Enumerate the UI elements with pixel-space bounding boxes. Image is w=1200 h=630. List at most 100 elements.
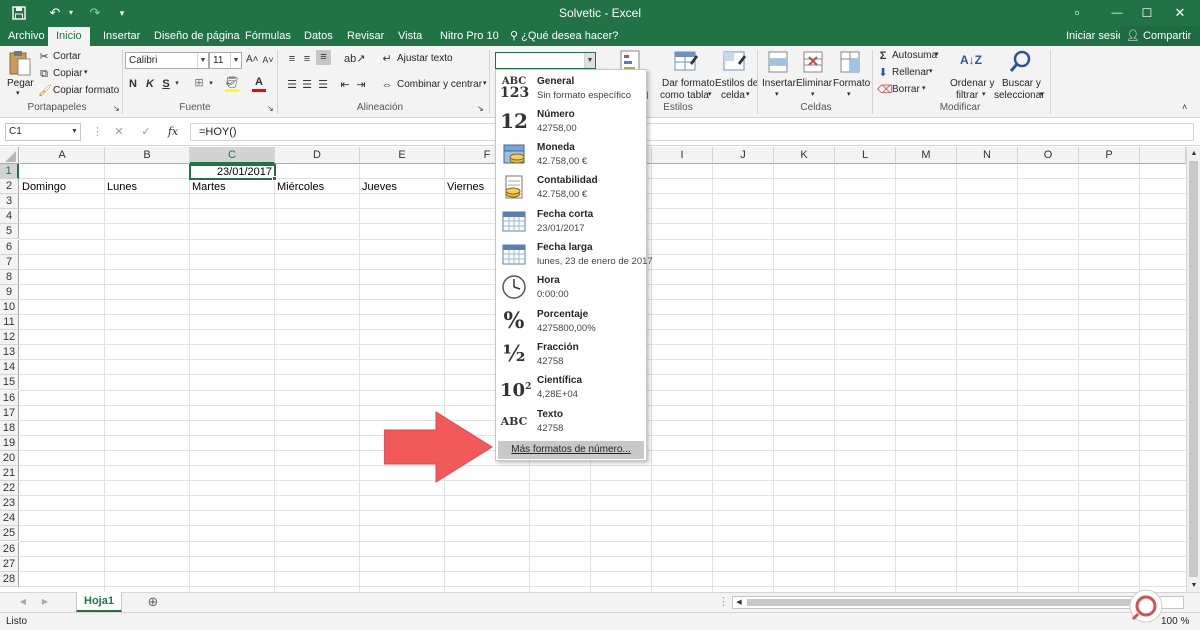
align-top-icon[interactable]: ≡ bbox=[285, 52, 299, 66]
format-as-table-button[interactable]: Dar formato como tabla ▾ bbox=[660, 49, 715, 101]
sheet-tab-hoja1[interactable]: Hoja1 bbox=[76, 592, 122, 612]
paste-button[interactable]: Pegar ▾ bbox=[7, 50, 34, 100]
autosum-button[interactable]: Σ Autosuma ▾ bbox=[877, 49, 941, 63]
row-header-6[interactable]: 6 bbox=[0, 239, 19, 255]
tab-revisar[interactable]: Revisar bbox=[345, 26, 386, 46]
row-header-7[interactable]: 7 bbox=[0, 254, 19, 270]
column-header-I[interactable]: I bbox=[652, 147, 713, 164]
underline-dropdown-icon[interactable]: ▾ bbox=[173, 77, 181, 91]
column-header-A[interactable]: A bbox=[20, 147, 105, 164]
font-color-button[interactable]: A bbox=[251, 76, 267, 92]
cancel-icon[interactable]: ✕ bbox=[113, 125, 125, 139]
row-header-18[interactable]: 18 bbox=[0, 420, 19, 436]
chevron-down-icon[interactable]: ▼ bbox=[69, 124, 80, 139]
merge-center-button[interactable]: ⇔ Combinar y centrar ▾ bbox=[381, 78, 487, 92]
horizontal-scrollbar[interactable]: ◀ bbox=[732, 596, 1184, 609]
row-header-25[interactable]: 25 bbox=[0, 526, 19, 542]
row-header-26[interactable]: 26 bbox=[0, 541, 19, 557]
format-number[interactable]: 12 Número 42758,00 bbox=[496, 105, 646, 138]
insert-function-icon[interactable]: fx bbox=[166, 125, 180, 139]
row-header-14[interactable]: 14 bbox=[0, 360, 19, 376]
cell-D2[interactable]: Miércoles bbox=[277, 180, 324, 195]
font-launcher-icon[interactable]: ↘ bbox=[267, 102, 274, 116]
align-middle-icon[interactable]: ≡ bbox=[300, 52, 314, 66]
find-select-button[interactable]: Buscar y seleccionar ▾ bbox=[994, 49, 1046, 101]
clear-button[interactable]: ⌫ Borrar ▾ bbox=[877, 83, 941, 97]
bold-button[interactable]: N bbox=[128, 77, 138, 91]
row-header-15[interactable]: 15 bbox=[0, 375, 19, 391]
row-header-28[interactable]: 28 bbox=[0, 571, 19, 587]
cell-B2[interactable]: Lunes bbox=[107, 180, 137, 195]
tell-me-search[interactable]: ⚲ ¿Qué desea hacer? bbox=[508, 26, 620, 46]
decrease-indent-icon[interactable]: ⇤ bbox=[338, 78, 352, 92]
split-grip-icon[interactable]: ⋮ bbox=[718, 595, 729, 609]
row-header-16[interactable]: 16 bbox=[0, 390, 19, 406]
row-header-1[interactable]: 1 bbox=[0, 164, 19, 180]
prev-sheet-icon[interactable]: ◀ bbox=[18, 595, 28, 609]
align-left-icon[interactable]: ☰ bbox=[285, 78, 299, 92]
fill-button[interactable]: ⬇ Rellenar ▾ bbox=[877, 66, 941, 80]
chevron-down-icon[interactable]: ▼ bbox=[197, 53, 208, 68]
scroll-left-icon[interactable]: ◀ bbox=[734, 596, 744, 610]
tab-inicio[interactable]: Inicio bbox=[48, 27, 90, 46]
insert-cells-button[interactable]: Insertar ▾ bbox=[761, 49, 796, 101]
tab-vista[interactable]: Vista bbox=[396, 26, 424, 46]
format-general[interactable]: ABC 123 General Sin formato específico bbox=[496, 72, 646, 105]
column-header-B[interactable]: B bbox=[105, 147, 190, 164]
fill-color-button[interactable]: 🪣︎ bbox=[224, 76, 240, 92]
row-header-11[interactable]: 11 bbox=[0, 315, 19, 331]
row-header-12[interactable]: 12 bbox=[0, 330, 19, 346]
format-time[interactable]: Hora 0:00:00 bbox=[496, 271, 646, 304]
column-header-C[interactable]: C bbox=[190, 147, 275, 164]
row-header-8[interactable]: 8 bbox=[0, 269, 19, 285]
scroll-down-icon[interactable]: ▼ bbox=[1188, 579, 1200, 593]
row-header-13[interactable]: 13 bbox=[0, 345, 19, 361]
column-header-J[interactable]: J bbox=[713, 147, 774, 164]
format-currency[interactable]: Moneda 42.758,00 € bbox=[496, 138, 646, 171]
add-sheet-icon[interactable]: ⊕ bbox=[146, 595, 160, 609]
tab-archivo[interactable]: Archivo bbox=[6, 26, 47, 46]
column-header-P[interactable]: P bbox=[1079, 147, 1140, 164]
borders-icon[interactable]: ⊞ bbox=[192, 76, 206, 90]
tab-insertar[interactable]: Insertar bbox=[101, 26, 142, 46]
increase-indent-icon[interactable]: ⇥ bbox=[354, 78, 368, 92]
cell-A2[interactable]: Domingo bbox=[22, 180, 66, 195]
format-long-date[interactable]: Fecha larga lunes, 23 de enero de 2017 bbox=[496, 238, 653, 271]
column-header-E[interactable]: E bbox=[360, 147, 445, 164]
tab-formulas[interactable]: Fórmulas bbox=[243, 26, 293, 46]
shrink-font-icon[interactable]: A˅ bbox=[262, 53, 274, 67]
chevron-down-icon[interactable]: ▼ bbox=[230, 53, 241, 68]
sort-filter-button[interactable]: A↓Z Ordenar y filtrar ▾ bbox=[948, 49, 994, 101]
row-header-27[interactable]: 27 bbox=[0, 556, 19, 572]
align-bottom-icon[interactable]: ≡ bbox=[316, 50, 331, 65]
cell-styles-button[interactable]: Estilos de celda ▾ bbox=[714, 49, 758, 101]
column-header-O[interactable]: O bbox=[1018, 147, 1079, 164]
underline-button[interactable]: S bbox=[161, 77, 171, 91]
tab-datos[interactable]: Datos bbox=[302, 26, 335, 46]
delete-cells-button[interactable]: Eliminar ▾ bbox=[796, 49, 832, 101]
tab-diseno-pagina[interactable]: Diseño de página bbox=[152, 26, 242, 46]
row-header-9[interactable]: 9 bbox=[0, 284, 19, 300]
clipboard-launcher-icon[interactable]: ↘ bbox=[113, 102, 120, 116]
column-header-K[interactable]: K bbox=[774, 147, 835, 164]
format-percentage[interactable]: % Porcentaje 4275800,00% bbox=[496, 305, 646, 338]
format-fraction[interactable]: ½ Fracción 42758 bbox=[496, 338, 646, 371]
format-short-date[interactable]: Fecha corta 23/01/2017 bbox=[496, 205, 646, 238]
wrap-text-button[interactable]: ↵ Ajustar texto bbox=[381, 52, 461, 66]
next-sheet-icon[interactable]: ▶ bbox=[40, 595, 50, 609]
format-cells-button[interactable]: Formato ▾ bbox=[832, 49, 870, 101]
hscroll-thumb[interactable] bbox=[747, 599, 1147, 606]
borders-dropdown-icon[interactable]: ▾ bbox=[207, 77, 215, 91]
row-header-10[interactable]: 10 bbox=[0, 299, 19, 315]
scroll-thumb[interactable] bbox=[1189, 161, 1198, 577]
column-header-M[interactable]: M bbox=[896, 147, 957, 164]
select-all-corner[interactable] bbox=[0, 147, 19, 164]
enter-icon[interactable]: ✓ bbox=[140, 125, 152, 139]
cell-E2[interactable]: Jueves bbox=[362, 180, 397, 195]
row-header-19[interactable]: 19 bbox=[0, 435, 19, 451]
align-center-icon[interactable]: ☰ bbox=[300, 78, 314, 92]
row-header-4[interactable]: 4 bbox=[0, 209, 19, 225]
ribbon-display-options-icon[interactable]: ▫ bbox=[1057, 0, 1097, 26]
collapse-ribbon-icon[interactable]: ˄ bbox=[1182, 100, 1187, 114]
row-header-21[interactable]: 21 bbox=[0, 466, 19, 482]
